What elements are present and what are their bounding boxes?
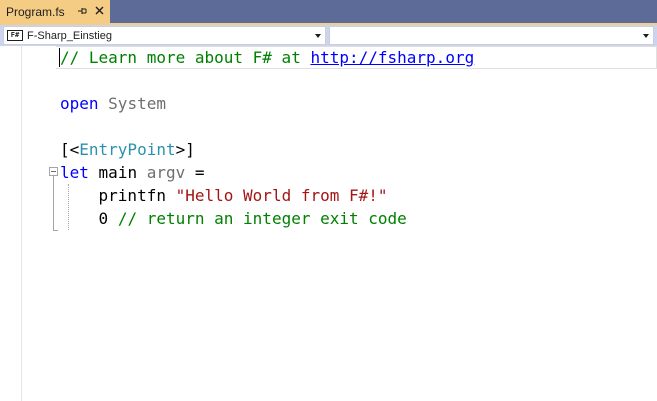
code-line-1: // Learn more about F# at http://fsharp.… [60,46,474,69]
equals-sign: = [185,163,205,182]
code-line-5: [<EntryPoint>] [60,138,195,161]
fsharp-file-icon: F# [7,30,23,41]
pin-icon[interactable] [76,5,88,17]
code-text: // Learn more about F# at http://fsharp.… [60,46,474,228]
document-tab-strip: Program.fs [0,0,657,23]
code-line-6: let main argv = [60,161,205,184]
comment-text: // return an integer exit code [117,209,407,228]
keyword-open: open [60,94,99,113]
keyword-let: let [60,163,89,182]
project-dropdown-value: F-Sharp_Einstieg [27,29,112,42]
tab-program-fs[interactable]: Program.fs [0,0,110,23]
chevron-down-icon [315,34,321,38]
fsharp-link[interactable]: http://fsharp.org [310,48,474,67]
function-name: main [98,163,138,182]
chevron-down-icon [643,34,649,38]
navigation-bar: F# F-Sharp_Einstieg [0,23,657,46]
indicator-margin [0,46,22,401]
outlining-line [53,176,54,231]
outlining-end [53,230,58,231]
tab-underline [0,23,657,25]
attribute-name: EntryPoint [79,140,176,159]
code-line-8: 0 // return an integer exit code [60,207,407,230]
close-icon[interactable] [93,4,106,17]
tab-title: Program.fs [6,4,65,19]
code-editor[interactable]: // Learn more about F# at http://fsharp.… [0,46,657,401]
parameter-name: argv [146,163,186,182]
attribute-close: >] [175,140,195,159]
code-line-3: open System [60,92,166,115]
member-dropdown[interactable] [329,26,654,45]
project-dropdown[interactable]: F# F-Sharp_Einstieg [3,26,326,45]
collapse-icon[interactable] [49,167,58,176]
string-literal: "Hello World from F#!" [175,186,388,205]
return-value: 0 [98,209,109,228]
module-name: System [108,94,166,113]
attribute-open: [< [60,140,80,159]
code-line-7: printfn "Hello World from F#!" [60,184,388,207]
margin-divider [21,46,22,401]
comment-text: // Learn more about F# at [60,48,311,67]
printfn-call: printfn [98,186,166,205]
